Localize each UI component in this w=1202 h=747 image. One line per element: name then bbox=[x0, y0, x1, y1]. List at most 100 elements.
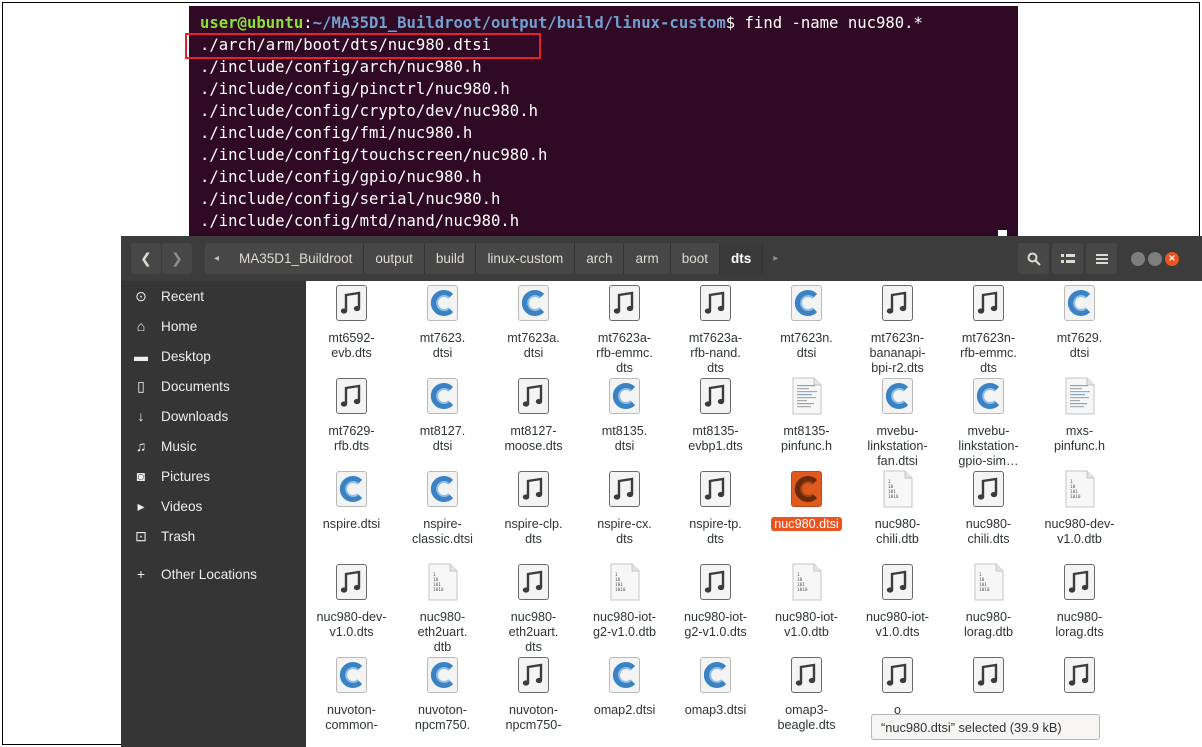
breadcrumb-arm[interactable]: arm bbox=[624, 243, 671, 274]
music-file-icon bbox=[697, 469, 734, 509]
breadcrumb-dts[interactable]: dts bbox=[720, 243, 764, 274]
document-icon: ▯ bbox=[137, 377, 145, 394]
c-source-file-icon bbox=[970, 376, 1007, 416]
svg-text:1010: 1010 bbox=[433, 587, 444, 593]
terminal-output-line: ./include/config/touchscreen/nuc980.h bbox=[200, 146, 548, 164]
c-source-file-icon bbox=[606, 655, 643, 695]
file-name: mt7623. dtsi bbox=[419, 331, 466, 360]
terminal-output-line: ./include/config/serial/nuc980.h bbox=[200, 190, 501, 208]
file-name: mt7623a-rfb-nand. dts bbox=[688, 331, 743, 375]
music-file-icon bbox=[515, 562, 552, 602]
file-name: mt7629- rfb.dts bbox=[328, 424, 375, 453]
sidebar-item-desktop[interactable]: ▬ Desktop bbox=[121, 341, 306, 371]
music-file-icon bbox=[333, 376, 370, 416]
file-name: nuc980-dev-v1.0.dts bbox=[316, 610, 387, 639]
file-name: omap3.dtsi bbox=[684, 703, 747, 717]
sidebar-item-videos[interactable]: ▸ Videos bbox=[121, 491, 306, 521]
menu-icon bbox=[1095, 253, 1108, 264]
file-manager-window: ❮ ❯ ◂ MA35D1_Buildroot output build linu… bbox=[121, 236, 1202, 747]
svg-text:1010: 1010 bbox=[797, 587, 808, 593]
c-source-file-icon bbox=[515, 283, 552, 323]
file-name: mt7629. dtsi bbox=[1056, 331, 1103, 360]
music-file-icon bbox=[697, 562, 734, 602]
search-button[interactable] bbox=[1018, 243, 1049, 274]
chevron-left-icon: ❮ bbox=[140, 250, 152, 267]
breadcrumb: ◂ MA35D1_Buildroot output build linux-cu… bbox=[205, 243, 789, 274]
file-name: nuc980-iot-v1.0.dts bbox=[865, 610, 929, 639]
file-name: mt7623n-bananapi-bpi-r2.dts bbox=[869, 331, 926, 375]
sidebar-item-documents[interactable]: ▯ Documents bbox=[121, 371, 306, 401]
binary-file-icon: 1 10 101 1010 bbox=[788, 562, 825, 602]
search-icon bbox=[1027, 252, 1041, 266]
sidebar-item-music[interactable]: ♫ Music bbox=[121, 431, 306, 461]
sidebar-item-label: Downloads bbox=[161, 408, 229, 424]
file-name: nuc980-dev-v1.0.dtb bbox=[1044, 517, 1115, 546]
file-name: nspire-cx. dts bbox=[597, 517, 652, 546]
terminal-output-line: ./include/config/pinctrl/nuc980.h bbox=[200, 80, 510, 98]
file-name: nuvoton-npcm750. bbox=[414, 703, 471, 732]
sidebar-item-label: Recent bbox=[161, 288, 205, 304]
terminal-output-line: ./include/config/fmi/nuc980.h bbox=[200, 124, 473, 142]
c-source-file-icon bbox=[333, 469, 370, 509]
sidebar-item-home[interactable]: ⌂ Home bbox=[121, 311, 306, 341]
forward-button[interactable]: ❯ bbox=[162, 243, 192, 274]
back-button[interactable]: ❮ bbox=[131, 243, 161, 274]
file-name: nuc980- chili.dtb bbox=[874, 517, 921, 546]
close-button[interactable]: × bbox=[1165, 252, 1179, 266]
breadcrumb-arch[interactable]: arch bbox=[575, 243, 625, 274]
annotation-highlight-box bbox=[185, 33, 541, 59]
sidebar-item-label: Music bbox=[161, 438, 197, 454]
file-name: mvebu-linkstation-fan.dtsi bbox=[867, 424, 928, 468]
music-file-icon bbox=[333, 562, 370, 602]
music-file-icon bbox=[606, 283, 643, 323]
sidebar-item-downloads[interactable]: ↓ Downloads bbox=[121, 401, 306, 431]
svg-text:1010: 1010 bbox=[1070, 494, 1081, 500]
sidebar-item-pictures[interactable]: ◙ Pictures bbox=[121, 461, 306, 491]
file-name: mvebu-linkstation-gpio-sim… bbox=[958, 424, 1019, 468]
clock-icon: ⊙ bbox=[135, 287, 147, 304]
chevron-right-icon: ❯ bbox=[171, 250, 183, 267]
c-source-file-icon bbox=[424, 283, 461, 323]
breadcrumb-boot[interactable]: boot bbox=[671, 243, 721, 274]
music-file-icon bbox=[1061, 655, 1098, 695]
view-toggle-button[interactable] bbox=[1052, 243, 1083, 274]
file-name: nspire.dtsi bbox=[322, 517, 381, 531]
music-file-icon bbox=[515, 655, 552, 695]
breadcrumb-output[interactable]: output bbox=[364, 243, 425, 274]
file-name: mt7623n-rfb-emmc. dts bbox=[960, 331, 1017, 375]
maximize-button[interactable] bbox=[1148, 252, 1162, 266]
file-name: nuc980- eth2uart. dts bbox=[508, 610, 559, 654]
sidebar-item-trash[interactable]: ⊡ Trash bbox=[121, 521, 306, 551]
terminal-output-line: ./include/config/crypto/dev/nuc980.h bbox=[200, 102, 538, 120]
file-name: mt7623a. dtsi bbox=[507, 331, 560, 360]
breadcrumb-ma35d1-buildroot[interactable]: MA35D1_Buildroot bbox=[228, 243, 365, 274]
sidebar-item-label: Pictures bbox=[161, 468, 211, 484]
breadcrumb-right-arrow[interactable]: ▸ bbox=[763, 243, 789, 274]
sidebar-item-recent[interactable]: ⊙ Recent bbox=[121, 281, 306, 311]
music-file-icon bbox=[970, 283, 1007, 323]
sidebar-item-label: Other Locations bbox=[161, 566, 257, 582]
prompt-path: ~/MA35D1_Buildroot/output/build/linux-cu… bbox=[312, 14, 726, 32]
breadcrumb-left-arrow[interactable]: ◂ bbox=[205, 243, 228, 274]
terminal-output-line: ./include/config/mtd/nand/nuc980.h bbox=[200, 212, 520, 230]
minimize-button[interactable] bbox=[1131, 252, 1145, 266]
trash-icon: ⊡ bbox=[135, 527, 147, 544]
terminal-prompt-line: user@ubuntu:~/MA35D1_Buildroot/output/bu… bbox=[200, 14, 923, 33]
menu-button[interactable] bbox=[1086, 243, 1117, 274]
file-name: mt8127- moose.dts bbox=[504, 424, 563, 453]
file-name: mt8135- evbp1.dts bbox=[688, 424, 743, 453]
sidebar-item-label: Documents bbox=[161, 378, 230, 394]
svg-text:1010: 1010 bbox=[888, 494, 899, 500]
music-file-icon bbox=[879, 283, 916, 323]
file-name: nuc980- lorag.dtb bbox=[963, 610, 1013, 639]
file-name: nuc980-iot-g2-v1.0.dtb bbox=[592, 610, 656, 639]
sidebar: ⊙ Recent ⌂ Home ▬ Desktop ▯ Documents ↓ Downl… bbox=[121, 281, 306, 747]
file-name: nspire-tp. dts bbox=[689, 517, 742, 546]
breadcrumb-build[interactable]: build bbox=[425, 243, 477, 274]
breadcrumb-linux-custom[interactable]: linux-custom bbox=[476, 243, 576, 274]
music-file-icon bbox=[697, 283, 734, 323]
sidebar-item-other-locations[interactable]: + Other Locations bbox=[121, 559, 306, 589]
c-source-file-icon bbox=[424, 376, 461, 416]
svg-text:1010: 1010 bbox=[615, 587, 626, 593]
sidebar-item-label: Trash bbox=[161, 528, 196, 544]
